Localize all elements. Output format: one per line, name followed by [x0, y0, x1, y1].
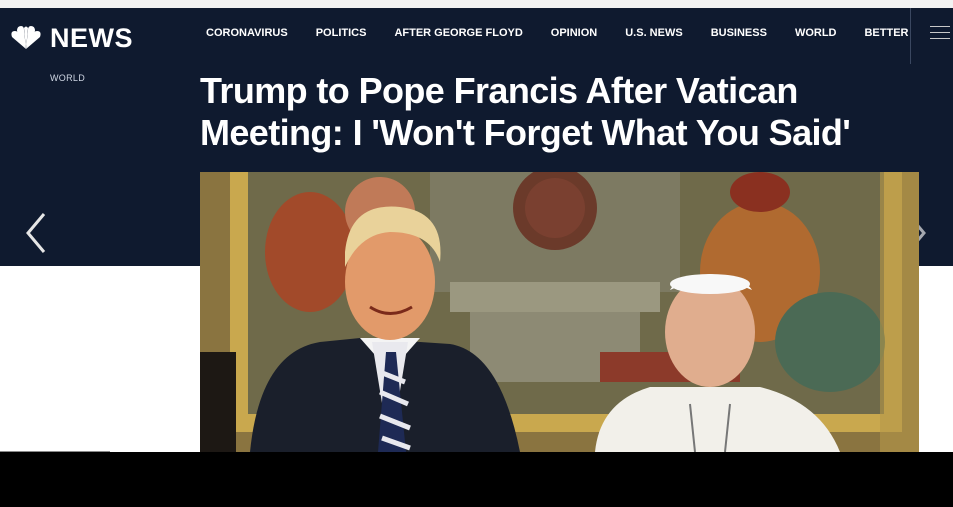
nav-item-coronavirus[interactable]: CORONAVIRUS [206, 27, 288, 39]
bottom-letterbox [0, 452, 953, 507]
top-strip [0, 0, 953, 8]
nav-item-us-news[interactable]: U.S. NEWS [625, 27, 682, 39]
article-headline[interactable]: Trump to Pope Francis After Vatican Meet… [200, 70, 940, 154]
chevron-left-icon[interactable] [22, 210, 50, 256]
nav-item-better[interactable]: BETTER [864, 27, 908, 39]
nav-item-politics[interactable]: POLITICS [316, 27, 367, 39]
brand-name: NEWS [50, 22, 133, 53]
hamburger-menu-icon[interactable] [930, 26, 950, 42]
main-nav: CORONAVIRUS POLITICS AFTER GEORGE FLOYD … [206, 27, 936, 39]
nav-item-opinion[interactable]: OPINION [551, 27, 597, 39]
nav-divider [910, 8, 911, 64]
nav-item-business[interactable]: BUSINESS [711, 27, 767, 39]
photo-illustration [200, 172, 919, 452]
nav-item-world[interactable]: WORLD [795, 27, 837, 39]
section-label[interactable]: WORLD [50, 73, 85, 83]
article-hero-image[interactable] [200, 172, 919, 452]
nav-item-after-george-floyd[interactable]: AFTER GEORGE FLOYD [394, 27, 522, 39]
nbc-peacock-icon [11, 26, 41, 49]
site-logo[interactable]: NEWS [8, 22, 133, 54]
